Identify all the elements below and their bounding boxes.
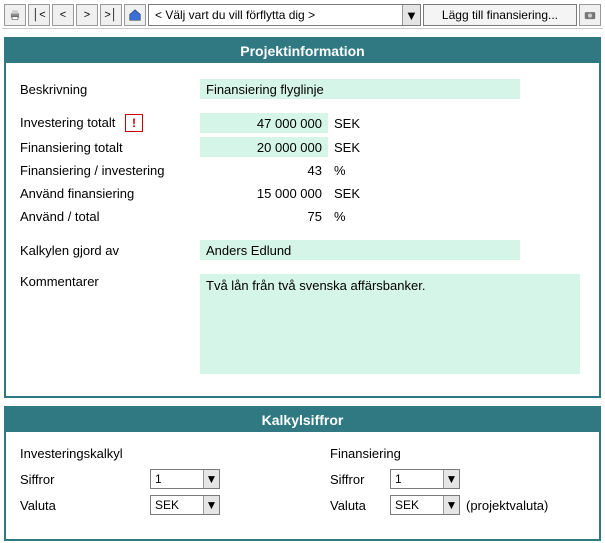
chevron-down-icon: ▼ bbox=[443, 496, 459, 514]
chevron-left-icon: < bbox=[60, 9, 66, 21]
add-financing-button[interactable]: Lägg till finansiering... bbox=[423, 4, 577, 26]
kommentar-textarea[interactable] bbox=[200, 274, 580, 374]
nav-prev-button[interactable]: < bbox=[52, 4, 74, 26]
anvand-fin-label: Använd finansiering bbox=[20, 186, 200, 201]
investering-label: Investering totalt ! bbox=[20, 114, 200, 132]
right-siffror-select[interactable]: 1 ▼ bbox=[390, 469, 460, 489]
nav-select[interactable]: < Välj vart du vill förflytta dig > ▼ bbox=[148, 4, 421, 26]
camera-button[interactable] bbox=[579, 4, 601, 26]
projektinfo-header: Projektinformation bbox=[6, 39, 599, 63]
chevron-down-icon: ▼ bbox=[402, 5, 420, 25]
kommentar-label: Kommentarer bbox=[20, 274, 200, 289]
anvand-total-unit: % bbox=[334, 209, 346, 224]
projektinformation-panel: Projektinformation Beskrivning Investeri… bbox=[4, 37, 601, 398]
kalkyl-av-input[interactable] bbox=[200, 240, 520, 260]
investering-unit: SEK bbox=[334, 116, 360, 131]
camera-icon bbox=[583, 8, 597, 22]
print-icon bbox=[8, 8, 22, 22]
fin-inv-unit: % bbox=[334, 163, 346, 178]
kalkyl-left-column: Investeringskalkyl Siffror 1 ▼ Valuta SE… bbox=[20, 446, 270, 521]
chevron-down-icon: ▼ bbox=[443, 470, 459, 488]
kalkyl-left-head: Investeringskalkyl bbox=[20, 446, 270, 461]
kalkylsiffror-panel: Kalkylsiffror Investeringskalkyl Siffror… bbox=[4, 406, 601, 541]
left-siffror-select[interactable]: 1 ▼ bbox=[150, 469, 220, 489]
investering-input[interactable] bbox=[200, 113, 328, 133]
left-valuta-label: Valuta bbox=[20, 498, 150, 513]
beskrivning-input[interactable] bbox=[200, 79, 520, 99]
warning-icon: ! bbox=[125, 114, 143, 132]
fin-inv-label: Finansiering / investering bbox=[20, 163, 200, 178]
home-button[interactable] bbox=[124, 4, 146, 26]
nav-first-button[interactable]: │< bbox=[28, 4, 50, 26]
chevron-right-icon: > bbox=[84, 9, 90, 21]
projektvaluta-label: (projektvaluta) bbox=[466, 498, 548, 513]
anvand-fin-unit: SEK bbox=[334, 186, 360, 201]
anvand-total-value: 75 bbox=[200, 207, 328, 226]
skip-forward-icon: >│ bbox=[104, 9, 117, 21]
finansiering-label: Finansiering totalt bbox=[20, 140, 200, 155]
kalkyl-av-label: Kalkylen gjord av bbox=[20, 243, 200, 258]
nav-next-button[interactable]: > bbox=[76, 4, 98, 26]
anvand-total-label: Använd / total bbox=[20, 209, 200, 224]
nav-last-button[interactable]: >│ bbox=[100, 4, 122, 26]
anvand-fin-value: 15 000 000 bbox=[200, 184, 328, 203]
kalkyl-right-head: Finansiering bbox=[330, 446, 580, 461]
finansiering-unit: SEK bbox=[334, 140, 360, 155]
chevron-down-icon: ▼ bbox=[203, 470, 219, 488]
kalkyl-header: Kalkylsiffror bbox=[6, 408, 599, 432]
home-icon bbox=[128, 8, 142, 22]
chevron-down-icon: ▼ bbox=[203, 496, 219, 514]
finansiering-input[interactable] bbox=[200, 137, 328, 157]
right-valuta-select[interactable]: SEK ▼ bbox=[390, 495, 460, 515]
beskrivning-label: Beskrivning bbox=[20, 82, 200, 97]
fin-inv-value: 43 bbox=[200, 161, 328, 180]
toolbar: │< < > >│ < Välj vart du vill förflytta … bbox=[2, 2, 603, 29]
left-valuta-select[interactable]: SEK ▼ bbox=[150, 495, 220, 515]
kalkyl-right-column: Finansiering Siffror 1 ▼ Valuta SEK ▼ (p… bbox=[330, 446, 580, 521]
right-siffror-label: Siffror bbox=[330, 472, 390, 487]
right-valuta-label: Valuta bbox=[330, 498, 390, 513]
print-button[interactable] bbox=[4, 4, 26, 26]
nav-select-text: < Välj vart du vill förflytta dig > bbox=[149, 8, 402, 22]
left-siffror-label: Siffror bbox=[20, 472, 150, 487]
skip-back-icon: │< bbox=[32, 9, 45, 21]
